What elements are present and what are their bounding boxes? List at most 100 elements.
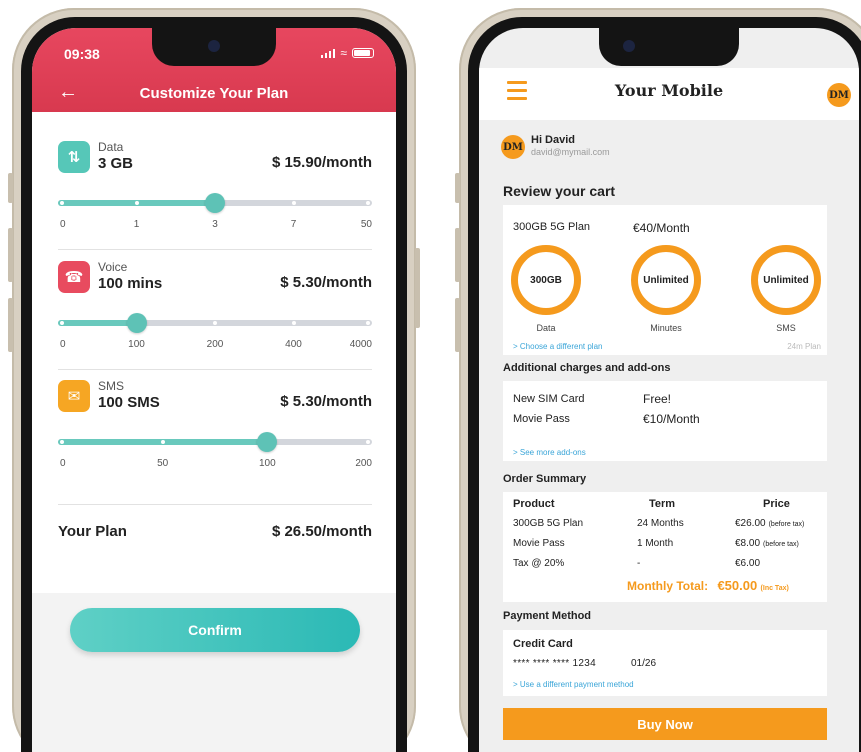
- slider-tick-label: 200: [355, 458, 372, 469]
- order-row: Movie Pass 1 Month €8.00 (before tax): [513, 538, 827, 558]
- order-product-text: 300GB 5G Plan: [513, 518, 584, 529]
- addons-heading: Additional charges and add-ons: [503, 362, 671, 374]
- slider-tick-label: 0: [60, 339, 66, 350]
- payment-heading: Payment Method: [503, 610, 592, 622]
- camera-notch: [152, 28, 276, 66]
- slider-knob[interactable]: [126, 313, 147, 333]
- addon-row: Movie Pass €10/Month: [513, 412, 700, 426]
- plan-name: 300GB 5G Plan €40/Month: [513, 221, 690, 235]
- card-expiry: 01/26: [631, 658, 657, 669]
- slider-tick: [366, 440, 370, 444]
- plan-price: €40/Month: [633, 221, 690, 235]
- card-price: $ 15.90/month: [271, 154, 372, 171]
- slider-tick: [366, 321, 370, 325]
- order-header-price: Price: [763, 498, 790, 510]
- order-price: €8.00 (before tax): [735, 538, 799, 549]
- order-heading: Order Summary: [503, 473, 587, 485]
- slider-tick: [60, 201, 64, 205]
- camera-notch: [599, 28, 739, 66]
- user-avatar: DM: [501, 135, 525, 159]
- order-term-text: 1 Month: [637, 538, 674, 549]
- payment-box: Credit Card **** **** **** 1234 01/26 > …: [503, 630, 827, 696]
- order-price-note: (before tax): [768, 521, 805, 528]
- card-price: $ 5.30/month: [280, 274, 372, 291]
- slider-tick: [160, 440, 165, 444]
- addon-value: €10/Month: [643, 412, 700, 426]
- order-term-text: 24 Months: [637, 518, 684, 529]
- card-divider: [58, 369, 372, 370]
- monthly-total-note: (Inc Tax): [760, 585, 789, 592]
- order-table: Product Term Price 300GB 5G Plan 24 Month…: [513, 498, 827, 578]
- range-slider[interactable]: [58, 193, 372, 213]
- battery-icon: [352, 48, 374, 58]
- order-term: 1 Month: [637, 538, 673, 549]
- volume-up-button: [8, 228, 13, 282]
- avatar[interactable]: DM: [827, 83, 851, 107]
- addons-box: New SIM Card Free! Movie Pass €10/Month > S…: [503, 381, 827, 461]
- order-price-text: €8.00: [735, 538, 761, 549]
- order-price: €26.00 (before tax): [735, 518, 804, 529]
- phone-icon: ☎: [58, 261, 90, 293]
- mute-switch: [455, 173, 460, 203]
- plan-name-text: 300GB 5G Plan: [513, 221, 591, 233]
- monthly-total-value: €50.00: [717, 578, 758, 593]
- brand-logo: Your Mobile: [614, 81, 724, 100]
- range-slider[interactable]: [58, 432, 372, 452]
- order-term: 24 Months: [637, 518, 684, 529]
- left-screen: 09:38 ≈ ← Customize Your Plan ⇅ Data 3 GB $…: [32, 28, 396, 752]
- volume-down-button: [455, 298, 460, 352]
- choose-plan-link[interactable]: > Choose a different plan: [513, 342, 602, 351]
- mute-switch: [8, 173, 13, 203]
- range-slider[interactable]: [58, 313, 372, 333]
- plan-ring: Unlimited: [751, 245, 821, 315]
- slider-fill: [58, 320, 137, 326]
- slider-tick-labels: 0 1 3 7 50: [58, 219, 372, 233]
- cart-heading: Review your cart: [503, 183, 616, 199]
- slider-tick: [213, 321, 217, 325]
- slider-tick-label: 7: [290, 219, 297, 230]
- slider-tick-label: 400: [285, 339, 302, 350]
- user-email: david@mymail.com: [531, 147, 610, 157]
- slider-tick-label: 0: [60, 458, 66, 469]
- order-product: Movie Pass: [513, 538, 565, 549]
- right-phone-frame: Your Mobile DM DM Hi David david@mymail.…: [455, 8, 861, 752]
- plan-ring: 300GB: [511, 245, 581, 315]
- volume-down-button: [8, 298, 13, 352]
- top-bar: Your Mobile DM: [479, 68, 859, 120]
- slider-tick-label: 50: [157, 458, 169, 469]
- confirm-button[interactable]: Confirm: [70, 608, 360, 652]
- slider-knob[interactable]: [257, 432, 278, 452]
- wifi-icon: ≈: [340, 46, 347, 60]
- order-price-text: €26.00: [735, 518, 766, 529]
- plan-divider: [58, 504, 372, 505]
- card-value: 100 SMS: [98, 394, 160, 411]
- signal-icon: [320, 48, 336, 58]
- slider-tick: [291, 321, 296, 325]
- card-value: 3 GB: [98, 155, 134, 172]
- order-price-text: €6.00: [735, 558, 761, 569]
- plan-ring-caption: Data: [536, 323, 556, 333]
- card-label: Voice: [98, 260, 128, 274]
- right-screen: Your Mobile DM DM Hi David david@mymail.…: [479, 28, 859, 752]
- order-row: 300GB 5G Plan 24 Months €26.00 (before tax): [513, 518, 827, 538]
- card-value: 100 mins: [98, 275, 163, 292]
- change-payment-link[interactable]: > Use a different payment method: [513, 680, 634, 689]
- card-label: SMS: [98, 379, 125, 393]
- buy-now-button[interactable]: Buy Now: [503, 708, 827, 740]
- arrows-up-down-icon: ⇅: [58, 141, 90, 173]
- camera-icon: [208, 40, 220, 52]
- order-product-text: Tax @ 20%: [513, 558, 565, 569]
- slider-knob[interactable]: [205, 193, 225, 213]
- camera-icon: [623, 40, 635, 52]
- plan-ring-caption: SMS: [776, 323, 796, 333]
- order-term: -: [637, 558, 640, 569]
- order-price: €6.00: [735, 558, 760, 569]
- see-more-addons-link[interactable]: > See more add-ons: [513, 448, 586, 457]
- order-product: 300GB 5G Plan: [513, 518, 583, 529]
- order-term-text: -: [637, 558, 641, 569]
- slider-tick-label: 50: [360, 219, 372, 230]
- volume-up-button: [455, 228, 460, 282]
- slider-tick-label: 0: [60, 219, 66, 230]
- monthly-total: Monthly Total: €50.00 (Inc Tax): [627, 578, 789, 593]
- order-header-row: Product Term Price: [513, 498, 827, 518]
